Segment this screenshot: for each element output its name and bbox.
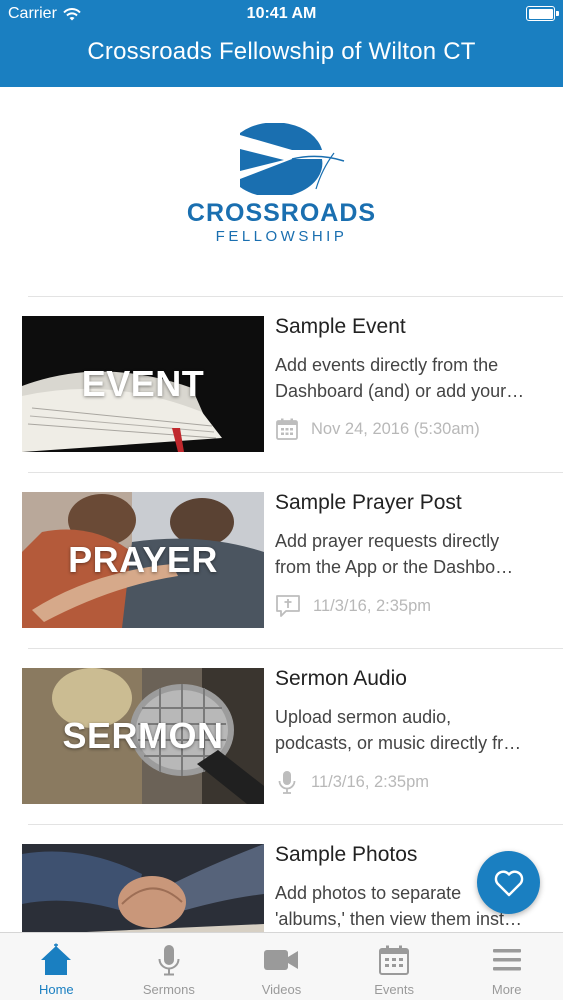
feed-item-event[interactable]: EVENT Sample Event Add events directly f… [0, 296, 563, 472]
tab-videos[interactable]: Videos [225, 933, 338, 1000]
description-line: podcasts, or music directly fr… [275, 733, 522, 753]
item-title: Sample Photos [275, 843, 418, 866]
thumbnail-label: EVENT [81, 363, 205, 404]
tab-label: Home [38, 982, 74, 997]
item-title: Sermon Audio [275, 667, 407, 690]
description-line: Add events directly from the [275, 355, 499, 375]
menu-icon [492, 949, 521, 971]
tab-home[interactable]: Home [0, 933, 113, 1000]
item-date: 11/3/16, 2:35pm [311, 772, 430, 791]
prayer-thumbnail: PRAYER [22, 492, 264, 628]
microphone-icon [278, 771, 296, 794]
item-date: 11/3/16, 2:35pm [313, 596, 432, 615]
status-bar: Carrier 10:41 AM [0, 0, 563, 30]
favorite-button[interactable] [477, 851, 540, 914]
event-thumbnail: EVENT [22, 316, 264, 452]
calendar-icon [276, 418, 298, 440]
church-logo: CROSSROADS FELLOWSHIP [0, 87, 563, 297]
logo-subtitle: FELLOWSHIP [215, 228, 348, 245]
item-description: Upload sermon audio, podcasts, or music … [275, 704, 550, 756]
calendar-icon [379, 945, 410, 975]
sermon-thumbnail: SERMON [22, 668, 264, 804]
tab-more[interactable]: More [450, 933, 563, 1000]
battery-icon [526, 6, 559, 21]
home-icon [41, 943, 72, 975]
tab-label: More [491, 982, 522, 997]
item-description: Add prayer requests directly from the Ap… [275, 528, 550, 580]
feed-item-sermon[interactable]: SERMON Sermon Audio Upload sermon audio,… [0, 648, 563, 824]
status-time: 10:41 AM [246, 5, 317, 22]
description-line: Add prayer requests directly [275, 531, 500, 551]
logo-name: CROSSROADS [186, 199, 377, 227]
top-bar: Carrier 10:41 AM Crossroads Fellowship o… [0, 0, 563, 87]
video-camera-icon [264, 950, 299, 970]
crossroads-logo-mark [240, 123, 345, 195]
item-title: Sample Prayer Post [275, 491, 462, 514]
feed-item-prayer[interactable]: PRAYER Sample Prayer Post Add prayer req… [0, 472, 563, 648]
item-title: Sample Event [275, 315, 406, 338]
page-title: Crossroads Fellowship of Wilton CT [87, 38, 476, 65]
description-line: from the App or the Dashbo… [275, 557, 514, 577]
tab-label: Sermons [142, 982, 195, 997]
microphone-icon [158, 945, 180, 976]
tab-events[interactable]: Events [338, 933, 451, 1000]
description-line: Dashboard (and) or add your… [275, 381, 525, 401]
item-date: Nov 24, 2016 (5:30am) [311, 419, 480, 438]
item-meta: 11/3/16, 2:35pm [275, 769, 429, 795]
tab-bar: Home Sermons Videos Events More [0, 932, 563, 1000]
thumbnail-label: PRAYER [68, 539, 218, 580]
tab-label: Videos [261, 982, 302, 997]
tab-sermons[interactable]: Sermons [113, 933, 226, 1000]
item-meta: 11/3/16, 2:35pm [275, 593, 431, 619]
heart-icon [494, 870, 523, 896]
item-meta: Nov 24, 2016 (5:30am) [275, 417, 480, 441]
tab-label: Events [374, 982, 414, 997]
prayer-icon [276, 595, 300, 617]
thumbnail-label: SERMON [62, 715, 224, 756]
description-line: Upload sermon audio, [275, 707, 452, 727]
item-description: Add events directly from the Dashboard (… [275, 352, 550, 404]
